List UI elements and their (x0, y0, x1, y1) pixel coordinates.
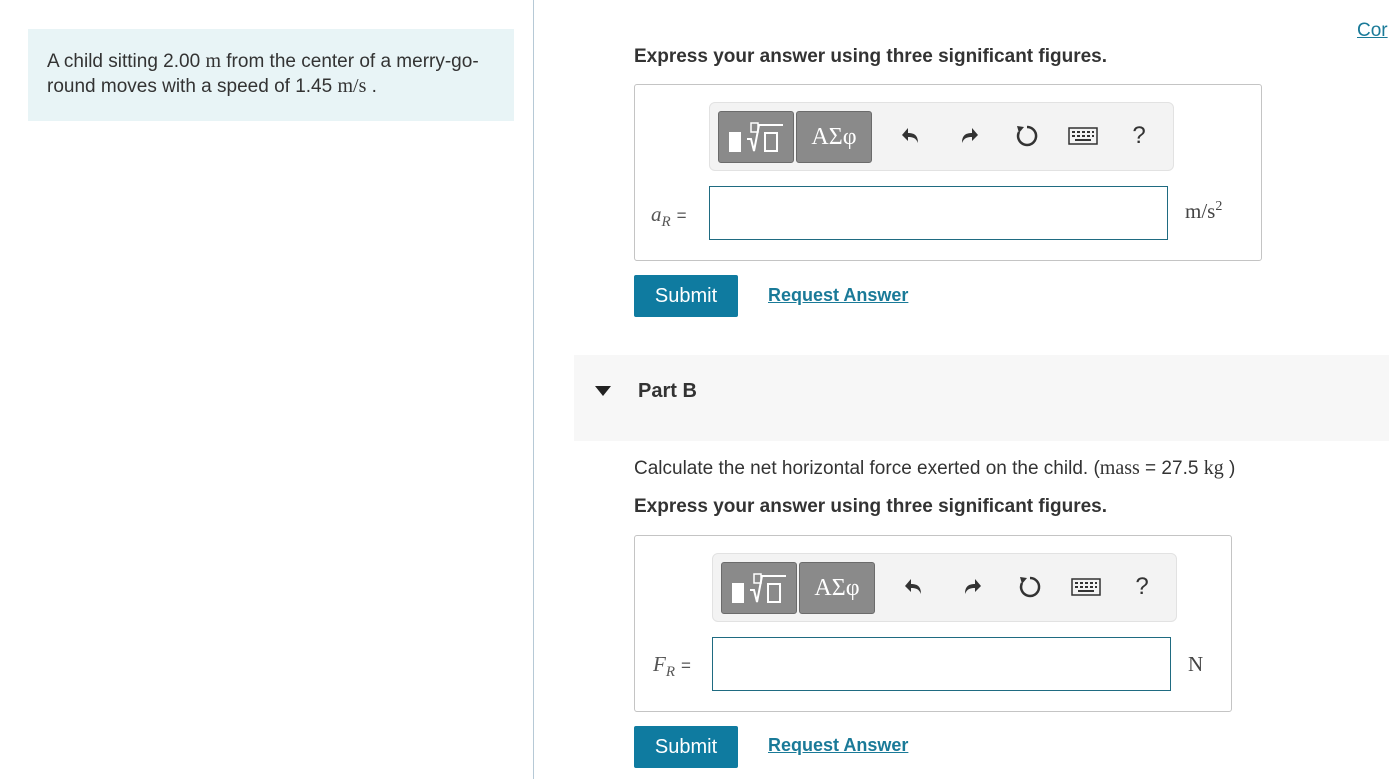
collapse-caret-icon[interactable] (595, 386, 611, 396)
partB-answer-input[interactable] (712, 637, 1171, 691)
partB-instruction: Express your answer using three signific… (634, 496, 1108, 517)
problem-text-after: . (366, 76, 377, 97)
keyboard-icon[interactable] (1068, 121, 1098, 151)
partB-title: Part B (638, 380, 697, 402)
partA-equals: = (676, 206, 687, 225)
reset-icon[interactable] (1012, 121, 1042, 151)
problem-text-before: A child sitting 2.00 (47, 51, 201, 72)
partB-question-unit: kg (1203, 457, 1224, 479)
partB-variable-label: FR = (653, 652, 691, 681)
help-icon[interactable]: ? (1127, 572, 1157, 602)
partB-question-close: ) (1223, 458, 1236, 479)
partB-math-toolbar: ΑΣφ ? (712, 553, 1177, 622)
partB-question: Calculate the net horizontal force exert… (634, 457, 1235, 480)
partB-question-math-label: mass (1099, 457, 1140, 479)
partB-question-eq: = 27.5 (1139, 458, 1204, 479)
partB-answer-box: ΑΣφ ? FR = N (634, 535, 1232, 712)
partA-request-answer-link[interactable]: Request Answer (768, 285, 908, 306)
problem-unit-m: m (205, 50, 221, 72)
partB-variable-main: F (653, 652, 666, 676)
partB-unit: N (1188, 652, 1204, 676)
templates-icon (729, 122, 783, 152)
partA-unit-base: m/s (1185, 199, 1216, 223)
partA-variable-sub: R (661, 214, 671, 231)
partB-question-text: Calculate the net horizontal force exert… (634, 458, 1100, 479)
redo-icon[interactable] (954, 121, 984, 151)
keyboard-icon[interactable] (1071, 572, 1101, 602)
partA-instruction: Express your answer using three signific… (634, 46, 1108, 67)
templates-button[interactable] (721, 562, 797, 614)
templates-button[interactable] (718, 111, 794, 163)
undo-icon[interactable] (896, 121, 926, 151)
corner-link[interactable]: Cor (1357, 20, 1388, 42)
partB-request-answer-link[interactable]: Request Answer (768, 735, 908, 756)
partA-submit-button[interactable]: Submit (634, 275, 738, 317)
problem-statement: A child sitting 2.00 m from the center o… (47, 49, 487, 99)
partA-variable-main: a (651, 202, 662, 226)
undo-icon[interactable] (899, 572, 929, 602)
partB-equals: = (681, 656, 691, 675)
panel-divider (533, 0, 534, 779)
partA-unit-sup: 2 (1215, 199, 1223, 214)
partB-variable-sub: R (665, 664, 675, 681)
symbols-button[interactable]: ΑΣφ (796, 111, 872, 163)
redo-icon[interactable] (957, 572, 987, 602)
partA-math-toolbar: ΑΣφ ? (709, 102, 1174, 171)
templates-icon (732, 573, 786, 603)
partB-submit-button[interactable]: Submit (634, 726, 738, 768)
partA-answer-box: ΑΣφ ? aR = m/s2 (634, 84, 1262, 261)
problem-unit-speed: m/s (337, 75, 367, 97)
symbols-button[interactable]: ΑΣφ (799, 562, 875, 614)
partA-answer-input[interactable] (709, 186, 1168, 240)
partA-unit: m/s2 (1185, 199, 1222, 224)
help-icon[interactable]: ? (1124, 121, 1154, 151)
partA-variable-label: aR = (651, 202, 687, 231)
reset-icon[interactable] (1015, 572, 1045, 602)
